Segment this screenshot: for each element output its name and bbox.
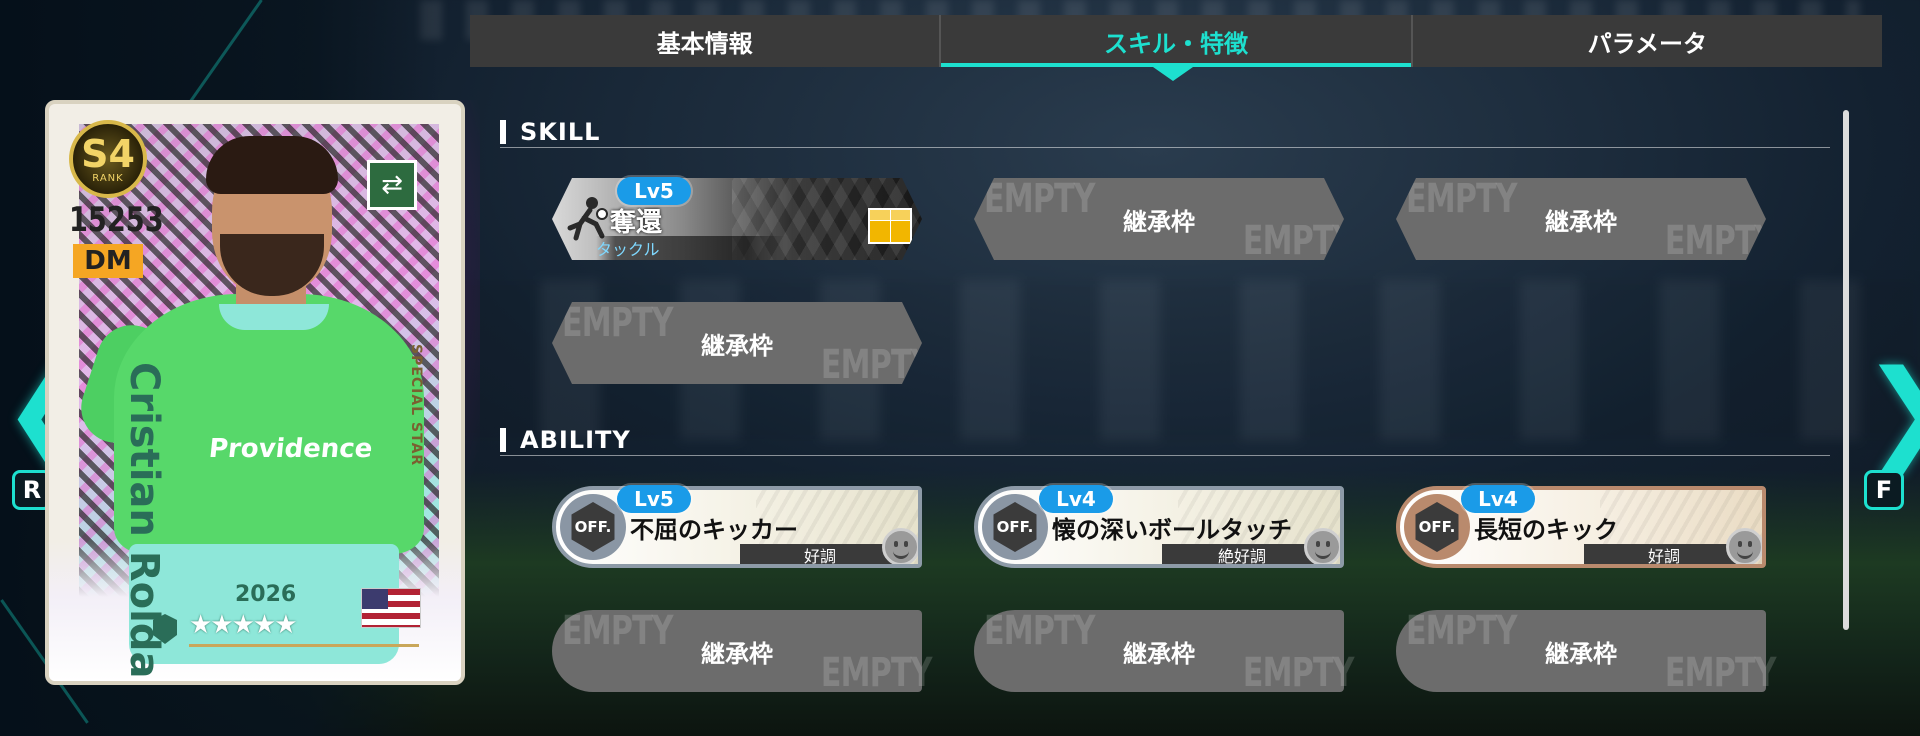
play-style-icon: ⇄ <box>367 160 417 210</box>
offense-badge-label: OFF. <box>993 502 1037 552</box>
tab-skills-traits[interactable]: スキル・特徴 <box>941 15 1413 67</box>
rank-badge: S4 RANK <box>69 120 147 198</box>
rank-value: S4 <box>81 131 135 176</box>
skill-name: 奪還 <box>610 208 663 238</box>
ability-name: 懐の深いボールタッチ <box>1052 516 1292 544</box>
inherit-slot-label: 継承枠 <box>701 331 773 360</box>
section-marker <box>500 428 506 452</box>
skill-section-header: SKILL <box>500 118 1830 148</box>
smile-icon <box>882 528 918 564</box>
ability-condition: 絶好調 <box>1162 544 1322 564</box>
skill-slot-empty[interactable]: EMPTY EMPTY 継承枠 <box>1396 178 1766 260</box>
ability-card[interactable]: OFF. 懐の深いボールタッチ 絶好調 <box>974 486 1344 568</box>
tab-parameters[interactable]: パラメータ <box>1413 15 1882 67</box>
offense-badge-label: OFF. <box>1415 502 1459 552</box>
active-tab-indicator <box>1153 67 1193 81</box>
smile-icon <box>1304 528 1340 564</box>
skill-slot-filled[interactable]: 奪還 タックル <box>552 178 922 260</box>
next-player-arrow[interactable]: ❯ <box>1862 355 1920 465</box>
player-card[interactable]: Providence S4 RANK 15253 DM ⇄ Cristian R… <box>45 100 465 685</box>
inherit-slot-label: 継承枠 <box>1545 207 1617 236</box>
ability-level-badge: Lv4 <box>1461 485 1535 513</box>
pitch-zone-icon <box>868 208 912 244</box>
jersey-sponsor: Providence <box>207 434 374 464</box>
card-type-label: SPECIAL STAR <box>408 344 424 467</box>
skill-section-title: SKILL <box>520 118 601 146</box>
next-key-hint[interactable]: F <box>1864 470 1904 510</box>
us-flag-icon <box>361 588 421 628</box>
inherit-slot-label: 継承枠 <box>1123 207 1195 236</box>
offense-badge: OFF. <box>1404 494 1470 560</box>
scrollbar[interactable] <box>1843 110 1849 630</box>
inherit-slot-label: 継承枠 <box>701 639 773 668</box>
ability-section-title: ABILITY <box>520 426 631 454</box>
skill-category: タックル <box>596 236 786 260</box>
star-rating: ★★★★★ <box>189 610 298 640</box>
ability-section-header: ABILITY <box>500 426 1830 456</box>
offense-badge: OFF. <box>560 494 626 560</box>
smile-icon <box>1726 528 1762 564</box>
skill-level-badge: Lv5 <box>617 177 691 205</box>
skill-slot-empty[interactable]: EMPTY EMPTY 継承枠 <box>974 178 1344 260</box>
ability-name: 長短のキック <box>1474 516 1618 544</box>
ability-condition: 好調 <box>1584 544 1744 564</box>
tab-bar: 基本情報 スキル・特徴 パラメータ <box>470 15 1882 67</box>
offense-badge-label: OFF. <box>571 502 615 552</box>
ability-name: 不屈のキッカー <box>630 516 798 544</box>
card-year: 2026 <box>235 582 297 607</box>
card-divider <box>189 644 419 647</box>
offense-badge: OFF. <box>982 494 1048 560</box>
ability-card[interactable]: OFF. 不屈のキッカー 好調 <box>552 486 922 568</box>
ability-slot-empty[interactable]: EMPTY EMPTY 継承枠 <box>552 608 933 696</box>
skill-slot-empty[interactable]: EMPTY EMPTY 継承枠 <box>552 302 922 384</box>
ability-card[interactable]: OFF. 長短のキック 好調 <box>1396 486 1766 568</box>
ability-level-badge: Lv5 <box>617 485 691 513</box>
player-rating: 15253 <box>69 200 164 240</box>
rank-label: RANK <box>92 172 124 184</box>
ability-slot-empty[interactable]: EMPTY EMPTY 継承枠 <box>1396 608 1777 696</box>
player-hair <box>206 136 338 194</box>
ability-condition: 好調 <box>740 544 900 564</box>
tab-basic-info[interactable]: 基本情報 <box>470 15 942 67</box>
ability-slot-empty[interactable]: EMPTY EMPTY 継承枠 <box>974 608 1355 696</box>
player-collar <box>219 304 329 330</box>
position-badge: DM <box>73 244 143 278</box>
section-marker <box>500 120 506 144</box>
inherit-slot-label: 継承枠 <box>1123 639 1195 668</box>
ability-level-badge: Lv4 <box>1039 485 1113 513</box>
inherit-slot-label: 継承枠 <box>1545 639 1617 668</box>
